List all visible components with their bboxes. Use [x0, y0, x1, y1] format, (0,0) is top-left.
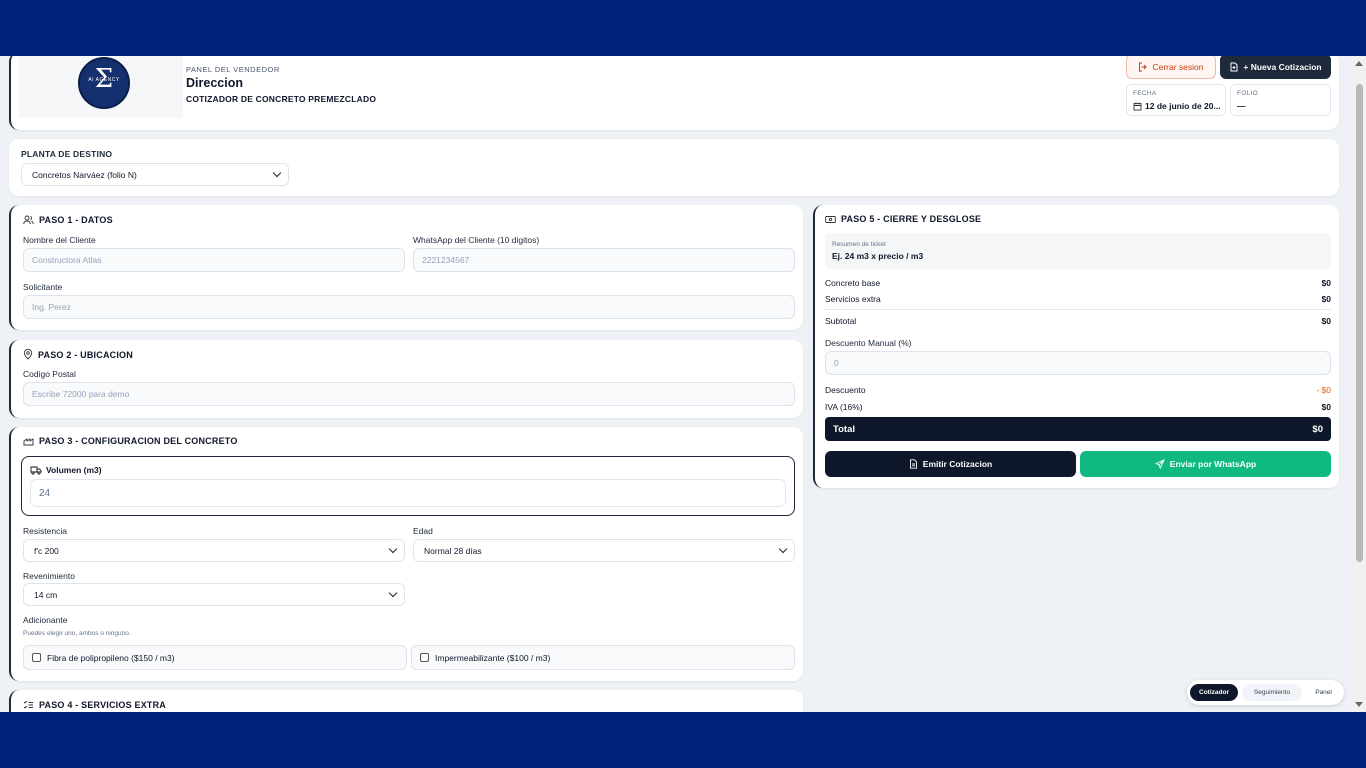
- fecha-label: FECHA: [1133, 90, 1157, 97]
- new-quote-label: + Nueva Cotizacion: [1243, 61, 1322, 72]
- folio-field: FOLIO —: [1230, 84, 1331, 116]
- nav-cotizador[interactable]: Cotizador: [1190, 684, 1238, 701]
- chevron-down-icon: [388, 544, 398, 554]
- agency-logo: Σ AI AGENCY: [78, 57, 130, 109]
- adicionante-label: Adicionante: [23, 615, 68, 625]
- header-card: Σ AI AGENCY PANEL DEL VENDEDOR Direccion…: [9, 56, 1339, 130]
- edad-select[interactable]: Normal 28 días: [413, 539, 795, 562]
- volumen-label: Volumen (m3): [46, 465, 102, 475]
- planta-card: PLANTA DE DESTINO Concretos Narváez (fol…: [9, 139, 1339, 196]
- resistencia-select[interactable]: f'c 200: [23, 539, 405, 562]
- bottom-nav: Cotizador Seguimiento Panel: [1187, 680, 1344, 705]
- fecha-value: 12 de junio de 20...: [1145, 101, 1221, 111]
- cliente-input[interactable]: Constructora Atlas: [23, 248, 405, 272]
- map-pin-icon: [23, 349, 33, 360]
- chevron-down-icon: [272, 168, 282, 178]
- app-viewport: Σ AI AGENCY PANEL DEL VENDEDOR Direccion…: [0, 56, 1366, 712]
- calendar-icon: [1133, 102, 1142, 111]
- whatsapp-label: WhatsApp del Cliente (10 digitos): [413, 235, 540, 245]
- total-bar: Total $0: [825, 417, 1331, 441]
- truck-icon: [30, 465, 42, 475]
- revenimiento-label: Revenimiento: [23, 571, 75, 581]
- ticket-label: Resumen de ticket: [832, 241, 886, 248]
- cp-input[interactable]: Escribe 72000 para demo: [23, 382, 795, 406]
- revenimiento-select[interactable]: 14 cm: [23, 583, 405, 606]
- scroll-up-icon[interactable]: [1355, 61, 1363, 66]
- volumen-box: Volumen (m3) 24: [21, 456, 795, 516]
- paso5-card: PASO 5 - CIERRE Y DESGLOSE Resumen de ti…: [813, 205, 1339, 488]
- resistencia-label: Resistencia: [23, 526, 67, 536]
- folio-label: FOLIO: [1237, 90, 1259, 97]
- solicitante-label: Solicitante: [23, 282, 63, 292]
- send-icon: [1154, 459, 1165, 469]
- descuento-manual-input[interactable]: 0: [825, 351, 1331, 375]
- volumen-input[interactable]: 24: [30, 479, 786, 507]
- total-label: Total: [833, 423, 855, 435]
- concreto-base-row: Concreto base $0: [825, 278, 1331, 288]
- scroll-thumb[interactable]: [1356, 84, 1363, 562]
- logo-area: Σ AI AGENCY: [19, 56, 183, 118]
- descuento-row: Descuento - $0: [825, 385, 1331, 395]
- planta-selected: Concretos Narváez (folio N): [32, 169, 137, 180]
- logout-button[interactable]: Cerrar sesion: [1126, 56, 1216, 79]
- file-icon: [909, 459, 918, 469]
- planta-label: PLANTA DE DESTINO: [21, 149, 113, 159]
- cp-label: Codigo Postal: [23, 369, 76, 379]
- factory-icon: [23, 436, 34, 446]
- nav-seguimiento[interactable]: Seguimiento: [1242, 684, 1302, 701]
- scroll-down-icon[interactable]: [1355, 702, 1363, 707]
- divider: [825, 309, 1331, 310]
- chevron-down-icon: [388, 588, 398, 598]
- checkbox-icon: [420, 653, 429, 662]
- new-quote-button[interactable]: + Nueva Cotizacion: [1220, 56, 1331, 79]
- vertical-scrollbar[interactable]: [1352, 56, 1366, 712]
- enviar-whatsapp-button[interactable]: Enviar por WhatsApp: [1080, 451, 1331, 477]
- paso4-title: PASO 4 - SERVICIOS EXTRA: [39, 700, 166, 710]
- logout-icon: [1138, 62, 1148, 72]
- paso5-title: PASO 5 - CIERRE Y DESGLOSE: [841, 214, 982, 224]
- paso2-title: PASO 2 - UBICACION: [38, 349, 133, 360]
- chevron-down-icon: [778, 544, 788, 554]
- page-subtitle: COTIZADOR DE CONCRETO PREMEZCLADO: [186, 94, 377, 104]
- whatsapp-input[interactable]: 2221234567: [413, 248, 795, 272]
- fibra-checkbox[interactable]: Fibra de polipropileno ($150 / m3): [23, 645, 407, 670]
- impermeabilizante-checkbox[interactable]: Impermeabilizante ($100 / m3): [411, 645, 795, 670]
- servicios-row: Servicios extra $0: [825, 294, 1331, 304]
- planta-select[interactable]: Concretos Narváez (folio N): [21, 163, 289, 186]
- file-plus-icon: [1229, 62, 1239, 72]
- list-checks-icon: [23, 700, 34, 710]
- checkbox-icon: [32, 653, 41, 662]
- emitir-cotizacion-button[interactable]: Emitir Cotizacion: [825, 451, 1076, 477]
- ticket-value: Ej. 24 m3 x precio / m3: [832, 251, 924, 261]
- paso1-title: PASO 1 - DATOS: [39, 215, 113, 225]
- page-title: Direccion: [186, 76, 243, 90]
- panel-eyebrow: PANEL DEL VENDEDOR: [186, 65, 280, 74]
- cliente-label: Nombre del Cliente: [23, 235, 96, 245]
- banknote-icon: [825, 215, 836, 224]
- edad-label: Edad: [413, 526, 433, 536]
- paso2-card: PASO 2 - UBICACION Codigo Postal Escribe…: [9, 340, 803, 418]
- logout-label: Cerrar sesion: [1152, 61, 1204, 72]
- ticket-summary: Resumen de ticket Ej. 24 m3 x precio / m…: [825, 233, 1331, 269]
- folio-value: —: [1237, 101, 1246, 111]
- users-icon: [23, 215, 34, 225]
- paso3-card: PASO 3 - CONFIGURACION DEL CONCRETO Volu…: [9, 427, 803, 681]
- descuento-manual-label: Descuento Manual (%): [825, 338, 912, 348]
- solicitante-input[interactable]: Ing. Perez: [23, 295, 795, 319]
- iva-row: IVA (16%) $0: [825, 402, 1331, 412]
- subtotal-row: Subtotal $0: [825, 316, 1331, 326]
- paso3-title: PASO 3 - CONFIGURACION DEL CONCRETO: [39, 436, 238, 446]
- total-value: $0: [1312, 423, 1323, 435]
- nav-panel[interactable]: Panel: [1306, 684, 1341, 701]
- paso4-card: PASO 4 - SERVICIOS EXTRA: [9, 690, 803, 712]
- fecha-field[interactable]: FECHA 12 de junio de 20...: [1126, 84, 1226, 116]
- adicionante-hint: Puedes elegir uno, ambos o ninguno.: [23, 630, 131, 637]
- paso1-card: PASO 1 - DATOS Nombre del Cliente Constr…: [9, 205, 803, 330]
